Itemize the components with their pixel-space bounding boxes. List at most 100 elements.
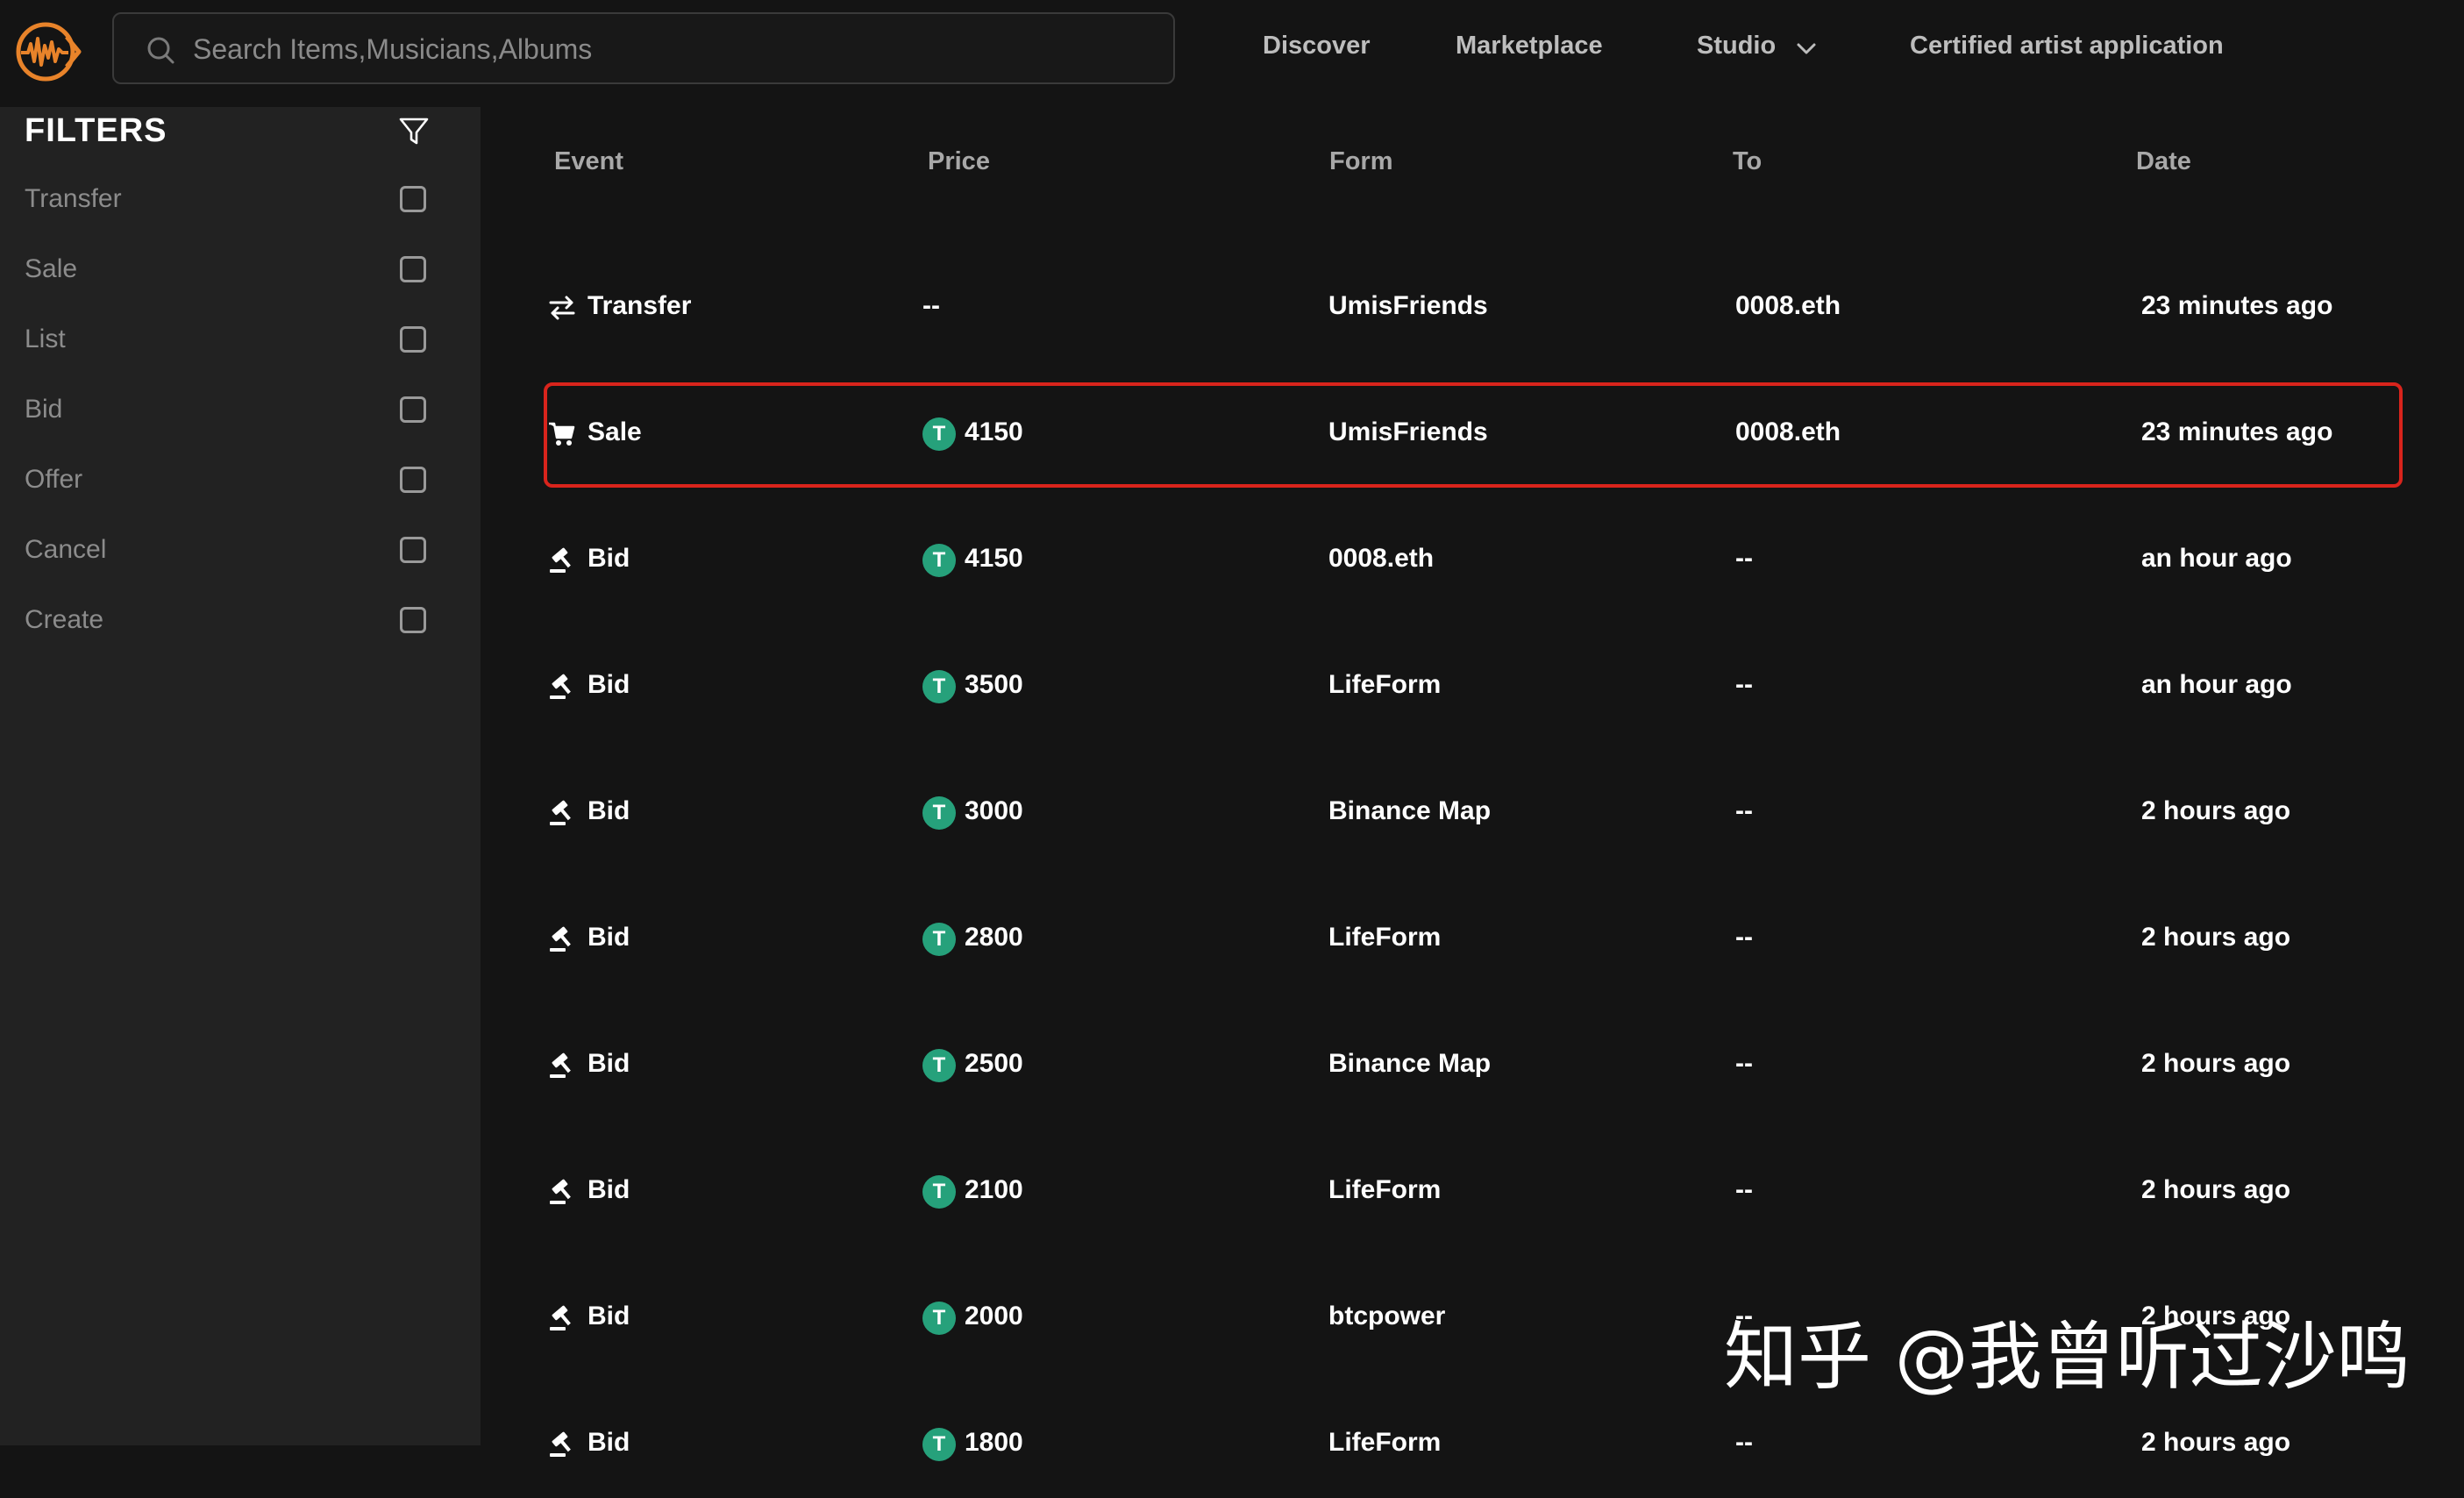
chevron-down-icon[interactable] (1794, 39, 1819, 60)
filter-list[interactable]: List (0, 314, 481, 367)
header-price: Price (928, 147, 990, 175)
tether-coin-icon: T (922, 544, 956, 577)
to-cell[interactable]: -- (1735, 1428, 1753, 1458)
header-date: Date (2136, 147, 2191, 175)
to-cell[interactable]: -- (1735, 1049, 1753, 1079)
filter-checkbox[interactable] (400, 326, 426, 353)
filter-cancel[interactable]: Cancel (0, 524, 481, 577)
nav-certified-artist-application[interactable]: Certified artist application (1910, 32, 2224, 61)
filter-label: Transfer (25, 184, 122, 213)
tether-coin-icon: T (922, 796, 956, 830)
date-cell: 2 hours ago (2141, 796, 2291, 825)
filter-transfer[interactable]: Transfer (0, 174, 481, 226)
tether-coin-icon: T (922, 1302, 956, 1335)
tether-coin-icon: T (922, 1049, 956, 1082)
date-cell: 23 minutes ago (2141, 417, 2333, 446)
music-app-logo-icon[interactable] (14, 18, 82, 86)
gavel-icon (550, 674, 571, 699)
to-cell[interactable]: -- (1735, 1175, 1753, 1205)
event-cell: Transfer (588, 291, 692, 320)
tether-coin-icon: T (922, 417, 956, 451)
filter-checkbox[interactable] (400, 256, 426, 282)
filter-label: Create (25, 605, 104, 634)
event-cell: Bid (588, 544, 630, 573)
price-cell: -- (922, 291, 940, 320)
gavel-icon (550, 547, 571, 573)
nav-studio[interactable]: Studio (1697, 32, 1776, 61)
table-row[interactable]: Bid T 2800 LifeForm -- 2 hours ago (544, 888, 2403, 993)
to-cell[interactable]: -- (1735, 923, 1753, 952)
form-cell[interactable]: btcpower (1328, 1302, 1445, 1331)
table-row[interactable]: Bid T 1800 LifeForm -- 2 hours ago (544, 1393, 2403, 1498)
to-cell[interactable]: -- (1735, 796, 1753, 826)
filter-label: Sale (25, 254, 78, 283)
tether-coin-icon: T (922, 923, 956, 956)
gavel-icon (550, 1179, 571, 1204)
filter-checkbox[interactable] (400, 537, 426, 563)
search-input[interactable] (191, 26, 1142, 72)
cart-icon (549, 422, 575, 446)
funnel-filter-icon[interactable] (398, 116, 430, 147)
watermark: 知乎 @我曾听过沙鸣 (1724, 1314, 2411, 1400)
event-cell: Bid (588, 1302, 630, 1330)
event-cell: Bid (588, 923, 630, 952)
table-row[interactable]: Sale T 4150 UmisFriends 0008.eth 23 minutes a… (544, 382, 2403, 488)
filter-checkbox[interactable] (400, 607, 426, 633)
event-cell: Bid (588, 1175, 630, 1204)
table-row[interactable]: Bid T 3000 Binance Map -- 2 hours ago (544, 761, 2403, 867)
event-cell: Sale (588, 417, 642, 446)
date-cell: 2 hours ago (2141, 1428, 2291, 1457)
table-row[interactable]: Bid T 2100 LifeForm -- 2 hours ago (544, 1140, 2403, 1245)
table-row[interactable]: Bid T 4150 0008.eth -- an hour ago (544, 509, 2403, 614)
form-cell[interactable]: Binance Map (1328, 1049, 1491, 1079)
date-cell: 2 hours ago (2141, 1049, 2291, 1078)
date-cell: 2 hours ago (2141, 1175, 2291, 1204)
filter-label: List (25, 325, 66, 353)
form-cell[interactable]: LifeForm (1328, 670, 1441, 700)
gavel-icon (550, 926, 571, 952)
price-cell: 4150 (965, 544, 1023, 573)
price-cell: 2800 (965, 923, 1023, 952)
tether-coin-icon: T (922, 1175, 956, 1209)
filter-checkbox[interactable] (400, 396, 426, 423)
transfer-icon (549, 296, 575, 320)
to-cell[interactable]: -- (1735, 670, 1753, 700)
filter-checkbox[interactable] (400, 467, 426, 493)
filters-title: FILTERS (25, 112, 167, 149)
table-row[interactable]: Bid T 3500 LifeForm -- an hour ago (544, 635, 2403, 740)
gavel-icon (550, 1305, 571, 1330)
form-cell[interactable]: LifeForm (1328, 1175, 1441, 1205)
event-cell: Bid (588, 1428, 630, 1457)
form-cell[interactable]: Binance Map (1328, 796, 1491, 826)
filter-sale[interactable]: Sale (0, 244, 481, 296)
table-row[interactable]: Transfer -- UmisFriends 0008.eth 23 minutes … (544, 256, 2403, 361)
form-cell[interactable]: UmisFriends (1328, 291, 1488, 321)
price-cell: 3000 (965, 796, 1023, 825)
search-bar[interactable] (112, 12, 1175, 84)
to-cell[interactable]: 0008.eth (1735, 417, 1841, 447)
activity-table: Event Price Form To Date Transfer -- UmisF… (481, 107, 2464, 1461)
gavel-icon (550, 1431, 571, 1457)
form-cell[interactable]: LifeForm (1328, 923, 1441, 952)
filter-label: Bid (25, 395, 63, 424)
date-cell: 23 minutes ago (2141, 291, 2333, 320)
filter-offer[interactable]: Offer (0, 454, 481, 507)
filter-checkbox[interactable] (400, 186, 426, 212)
to-cell[interactable]: 0008.eth (1735, 291, 1841, 321)
to-cell[interactable]: -- (1735, 544, 1753, 574)
gavel-icon (550, 800, 571, 825)
filter-label: Offer (25, 465, 83, 494)
price-cell: 2000 (965, 1302, 1023, 1330)
header-to: To (1733, 147, 1763, 175)
table-row[interactable]: Bid T 2500 Binance Map -- 2 hours ago (544, 1014, 2403, 1119)
filter-create[interactable]: Create (0, 595, 481, 647)
filter-bid[interactable]: Bid (0, 384, 481, 437)
nav-marketplace[interactable]: Marketplace (1456, 32, 1603, 61)
nav-discover[interactable]: Discover (1263, 32, 1371, 61)
event-cell: Bid (588, 1049, 630, 1078)
form-cell[interactable]: 0008.eth (1328, 544, 1434, 574)
form-cell[interactable]: LifeForm (1328, 1428, 1441, 1458)
filter-label: Cancel (25, 535, 107, 564)
form-cell[interactable]: UmisFriends (1328, 417, 1488, 447)
date-cell: an hour ago (2141, 670, 2292, 699)
